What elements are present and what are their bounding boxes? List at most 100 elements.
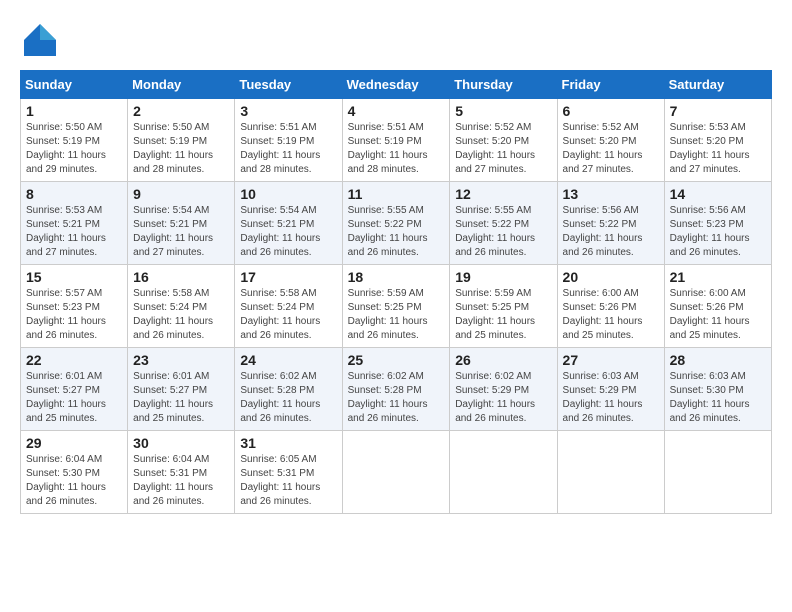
day-number: 14 <box>670 186 766 202</box>
day-detail: Sunrise: 5:51 AM Sunset: 5:19 PM Dayligh… <box>348 121 445 177</box>
day-detail: Sunrise: 5:57 AM Sunset: 5:23 PM Dayligh… <box>26 287 122 343</box>
day-number: 10 <box>240 186 336 202</box>
day-detail: Sunrise: 5:52 AM Sunset: 5:20 PM Dayligh… <box>563 121 659 177</box>
calendar-cell: 30Sunrise: 6:04 AM Sunset: 5:31 PM Dayli… <box>128 431 235 514</box>
calendar-cell <box>557 431 664 514</box>
day-number: 3 <box>240 103 336 119</box>
calendar-header-row: SundayMondayTuesdayWednesdayThursdayFrid… <box>21 71 772 99</box>
calendar-cell: 16 Sunrise: 5:58 AM Sunset: 5:24 PM Dayli… <box>128 265 235 348</box>
calendar-cell: 27 Sunrise: 6:03 AM Sunset: 5:29 PM Dayli… <box>557 348 664 431</box>
day-number: 13 <box>563 186 659 202</box>
calendar-cell: 23 Sunrise: 6:01 AM Sunset: 5:27 PM Dayli… <box>128 348 235 431</box>
day-number: 7 <box>670 103 766 119</box>
day-number: 2 <box>133 103 229 119</box>
day-detail: Sunrise: 5:54 AM Sunset: 5:21 PM Dayligh… <box>240 204 336 260</box>
day-detail: Sunrise: 5:56 AM Sunset: 5:23 PM Dayligh… <box>670 204 766 260</box>
calendar-header-thursday: Thursday <box>450 71 557 99</box>
day-number: 31 <box>240 435 336 451</box>
logo-icon <box>20 20 60 60</box>
day-detail: Sunrise: 5:58 AM Sunset: 5:24 PM Dayligh… <box>133 287 229 343</box>
day-detail: Sunrise: 5:54 AM Sunset: 5:21 PM Dayligh… <box>133 204 229 260</box>
day-number: 18 <box>348 269 445 285</box>
day-number: 24 <box>240 352 336 368</box>
day-number: 23 <box>133 352 229 368</box>
day-detail: Sunrise: 5:58 AM Sunset: 5:24 PM Dayligh… <box>240 287 336 343</box>
calendar-cell: 25 Sunrise: 6:02 AM Sunset: 5:28 PM Dayli… <box>342 348 450 431</box>
day-detail: Sunrise: 5:50 AM Sunset: 5:19 PM Dayligh… <box>26 121 122 177</box>
calendar-cell: 10 Sunrise: 5:54 AM Sunset: 5:21 PM Dayli… <box>235 182 342 265</box>
calendar-cell <box>664 431 771 514</box>
day-number: 27 <box>563 352 659 368</box>
day-number: 16 <box>133 269 229 285</box>
calendar-cell: 29 Sunrise: 6:04 AM Sunset: 5:30 PM Dayli… <box>21 431 128 514</box>
calendar-cell: 19 Sunrise: 5:59 AM Sunset: 5:25 PM Dayli… <box>450 265 557 348</box>
day-detail: Sunrise: 5:51 AM Sunset: 5:19 PM Dayligh… <box>240 121 336 177</box>
day-number: 25 <box>348 352 445 368</box>
calendar-cell: 7Sunrise: 5:53 AM Sunset: 5:20 PM Daylig… <box>664 99 771 182</box>
day-detail: Sunrise: 6:00 AM Sunset: 5:26 PM Dayligh… <box>670 287 766 343</box>
logo <box>20 20 66 60</box>
day-number: 30 <box>133 435 229 451</box>
calendar-cell: 17 Sunrise: 5:58 AM Sunset: 5:24 PM Dayli… <box>235 265 342 348</box>
day-number: 1 <box>26 103 122 119</box>
calendar-header-wednesday: Wednesday <box>342 71 450 99</box>
day-number: 22 <box>26 352 122 368</box>
day-number: 5 <box>455 103 551 119</box>
calendar-header-friday: Friday <box>557 71 664 99</box>
calendar-week-5: 29 Sunrise: 6:04 AM Sunset: 5:30 PM Dayli… <box>21 431 772 514</box>
day-detail: Sunrise: 5:59 AM Sunset: 5:25 PM Dayligh… <box>348 287 445 343</box>
day-number: 17 <box>240 269 336 285</box>
page-header <box>20 20 772 60</box>
calendar-cell: 26 Sunrise: 6:02 AM Sunset: 5:29 PM Dayli… <box>450 348 557 431</box>
calendar-header-sunday: Sunday <box>21 71 128 99</box>
calendar-table: SundayMondayTuesdayWednesdayThursdayFrid… <box>20 70 772 514</box>
day-detail: Sunrise: 5:59 AM Sunset: 5:25 PM Dayligh… <box>455 287 551 343</box>
day-detail: Sunrise: 6:04 AM Sunset: 5:30 PM Dayligh… <box>26 453 122 509</box>
day-detail: Sunrise: 6:01 AM Sunset: 5:27 PM Dayligh… <box>26 370 122 426</box>
day-number: 29 <box>26 435 122 451</box>
day-number: 9 <box>133 186 229 202</box>
day-number: 20 <box>563 269 659 285</box>
calendar-header-tuesday: Tuesday <box>235 71 342 99</box>
calendar-cell <box>450 431 557 514</box>
day-detail: Sunrise: 6:02 AM Sunset: 5:28 PM Dayligh… <box>240 370 336 426</box>
calendar-week-2: 8 Sunrise: 5:53 AM Sunset: 5:21 PM Daylig… <box>21 182 772 265</box>
day-number: 6 <box>563 103 659 119</box>
day-detail: Sunrise: 5:50 AM Sunset: 5:19 PM Dayligh… <box>133 121 229 177</box>
day-number: 15 <box>26 269 122 285</box>
day-detail: Sunrise: 6:02 AM Sunset: 5:29 PM Dayligh… <box>455 370 551 426</box>
calendar-body: 1 Sunrise: 5:50 AM Sunset: 5:19 PM Daylig… <box>21 99 772 514</box>
day-detail: Sunrise: 6:02 AM Sunset: 5:28 PM Dayligh… <box>348 370 445 426</box>
calendar-week-3: 15 Sunrise: 5:57 AM Sunset: 5:23 PM Dayli… <box>21 265 772 348</box>
calendar-week-1: 1 Sunrise: 5:50 AM Sunset: 5:19 PM Daylig… <box>21 99 772 182</box>
calendar-cell: 3 Sunrise: 5:51 AM Sunset: 5:19 PM Daylig… <box>235 99 342 182</box>
day-detail: Sunrise: 5:56 AM Sunset: 5:22 PM Dayligh… <box>563 204 659 260</box>
calendar-cell: 11 Sunrise: 5:55 AM Sunset: 5:22 PM Dayli… <box>342 182 450 265</box>
day-number: 28 <box>670 352 766 368</box>
calendar-cell: 6 Sunrise: 5:52 AM Sunset: 5:20 PM Daylig… <box>557 99 664 182</box>
day-detail: Sunrise: 5:55 AM Sunset: 5:22 PM Dayligh… <box>348 204 445 260</box>
calendar-week-4: 22 Sunrise: 6:01 AM Sunset: 5:27 PM Dayli… <box>21 348 772 431</box>
day-detail: Sunrise: 6:01 AM Sunset: 5:27 PM Dayligh… <box>133 370 229 426</box>
calendar-cell: 18 Sunrise: 5:59 AM Sunset: 5:25 PM Dayli… <box>342 265 450 348</box>
day-detail: Sunrise: 5:52 AM Sunset: 5:20 PM Dayligh… <box>455 121 551 177</box>
day-number: 8 <box>26 186 122 202</box>
calendar-cell: 2 Sunrise: 5:50 AM Sunset: 5:19 PM Daylig… <box>128 99 235 182</box>
day-detail: Sunrise: 6:03 AM Sunset: 5:29 PM Dayligh… <box>563 370 659 426</box>
calendar-cell: 4 Sunrise: 5:51 AM Sunset: 5:19 PM Daylig… <box>342 99 450 182</box>
day-number: 26 <box>455 352 551 368</box>
calendar-cell: 14 Sunrise: 5:56 AM Sunset: 5:23 PM Dayli… <box>664 182 771 265</box>
day-number: 4 <box>348 103 445 119</box>
calendar-cell: 15 Sunrise: 5:57 AM Sunset: 5:23 PM Dayli… <box>21 265 128 348</box>
calendar-cell: 13 Sunrise: 5:56 AM Sunset: 5:22 PM Dayli… <box>557 182 664 265</box>
day-detail: Sunrise: 5:55 AM Sunset: 5:22 PM Dayligh… <box>455 204 551 260</box>
calendar-cell: 5 Sunrise: 5:52 AM Sunset: 5:20 PM Daylig… <box>450 99 557 182</box>
calendar-cell: 12Sunrise: 5:55 AM Sunset: 5:22 PM Dayli… <box>450 182 557 265</box>
calendar-cell: 20Sunrise: 6:00 AM Sunset: 5:26 PM Dayli… <box>557 265 664 348</box>
day-number: 19 <box>455 269 551 285</box>
day-number: 11 <box>348 186 445 202</box>
day-detail: Sunrise: 5:53 AM Sunset: 5:21 PM Dayligh… <box>26 204 122 260</box>
calendar-cell: 24 Sunrise: 6:02 AM Sunset: 5:28 PM Dayli… <box>235 348 342 431</box>
calendar-cell: 9 Sunrise: 5:54 AM Sunset: 5:21 PM Daylig… <box>128 182 235 265</box>
day-detail: Sunrise: 6:05 AM Sunset: 5:31 PM Dayligh… <box>240 453 336 509</box>
